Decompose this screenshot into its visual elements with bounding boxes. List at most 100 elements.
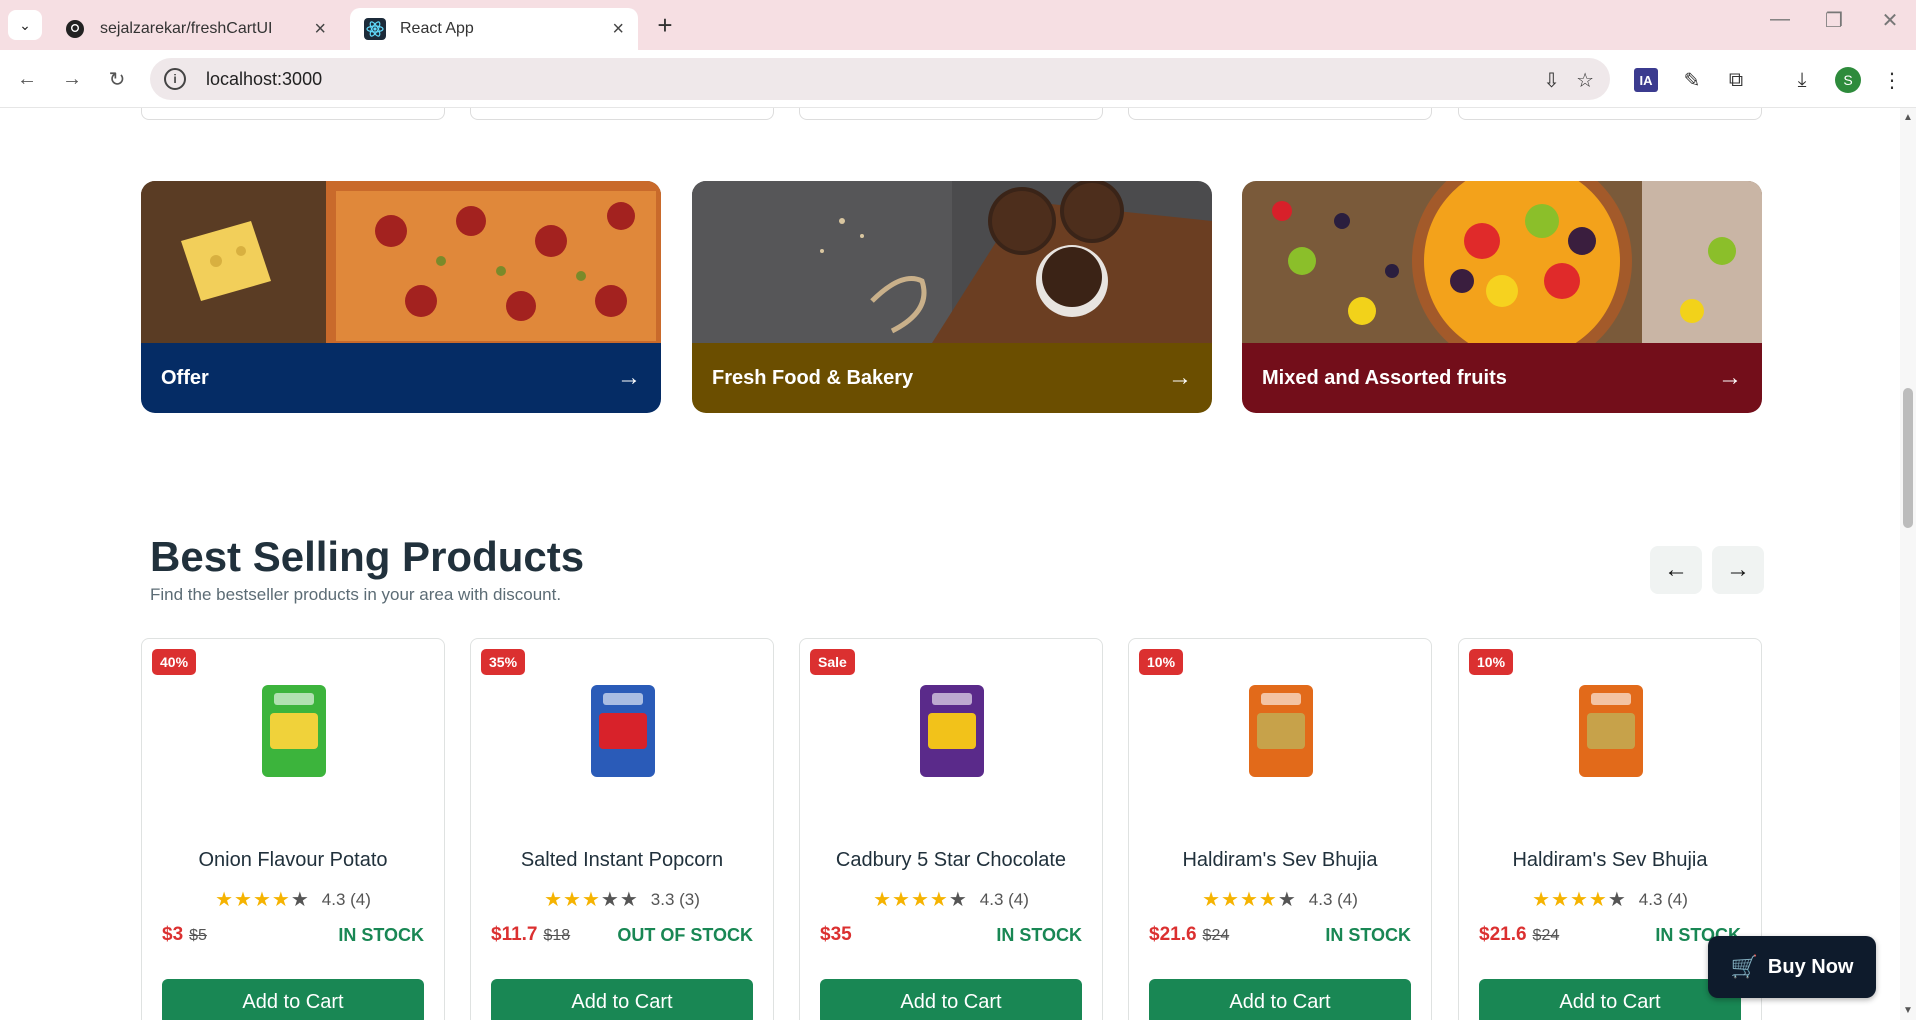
star-icon: ★ [1532,889,1552,911]
browser-toolbar: ← → ↻ i localhost:3000 ⇩ ☆ IA ✎ ⧉ ⤓ S ⋮ [0,50,1916,108]
product-name[interactable]: Salted Instant Popcorn [471,849,773,872]
add-to-cart-button[interactable]: Add to Cart [1479,979,1741,1020]
add-to-cart-button[interactable]: Add to Cart [1149,979,1411,1020]
close-tab-icon[interactable]: × [612,18,624,41]
stock-status: IN STOCK [996,925,1082,945]
banner-band: Offer → [141,343,661,413]
add-to-cart-button[interactable]: Add to Cart [820,979,1082,1020]
rating-stars: ★★★★★ [1532,887,1627,912]
star-icon: ★ [1551,889,1570,911]
original-price: $24 [1532,927,1560,944]
product-card[interactable]: Sale Cadbury 5 Star Chocolate ★★★★★ 4.3 … [799,638,1103,1020]
arrow-right-icon[interactable]: → [1718,364,1742,392]
window-close-icon[interactable]: ✕ [1870,8,1910,33]
section-subtitle: Find the bestseller products in your are… [150,585,562,604]
product-price: $11.7 $18 [491,924,570,946]
star-icon: ★ [619,889,639,911]
product-price: $35 [820,924,858,946]
product-rating: ★★★★★ 3.3 (3) [471,887,773,912]
product-name[interactable]: Onion Flavour Potato [142,849,444,872]
scrollbar-thumb[interactable] [1903,388,1913,528]
banner-mixed-fruits[interactable]: Mixed and Assorted fruits → [1242,181,1762,413]
banner-label: Offer [161,366,209,389]
star-icon: ★ [215,889,235,911]
downloads-icon[interactable]: ⤓ [1788,66,1816,94]
product-image[interactable] [918,683,986,779]
stock-status: OUT OF STOCK [617,925,753,945]
eyedropper-icon[interactable]: ✎ [1678,66,1706,94]
new-tab-plus-icon[interactable]: + [650,10,680,40]
product-name[interactable]: Haldiram's Sev Bhujia [1129,849,1431,872]
rating-stars: ★★★★★ [873,887,968,912]
browser-tab-github[interactable]: sejalzarekar/freshCartUI × [50,8,340,50]
discount-badge: 10% [1139,649,1184,675]
scroll-up-icon[interactable]: ▲ [1903,112,1913,123]
address-bar[interactable]: i localhost:3000 ⇩ ☆ [150,58,1610,100]
close-tab-icon[interactable]: × [314,18,326,41]
extension-ia-icon[interactable]: IA [1632,66,1660,94]
original-price: $18 [543,927,571,944]
carousel-prev-arrow-icon[interactable]: ← [1650,546,1702,594]
browser-tabstrip: ⌄ sejalzarekar/freshCartUI × React App ×… [0,0,1916,50]
product-image[interactable] [1247,683,1315,779]
add-to-cart-button[interactable]: Add to Cart [162,979,424,1020]
browser-tab-react-app[interactable]: React App × [350,8,638,50]
restore-icon[interactable]: ❐ [1814,8,1854,33]
install-app-icon[interactable]: ⇩ [1543,68,1560,93]
back-arrow-icon[interactable]: ← [12,64,42,94]
product-image[interactable] [589,683,657,779]
tab-title: React App [400,20,474,37]
product-rating: ★★★★★ 4.3 (4) [800,887,1102,912]
product-card[interactable]: 10% Haldiram's Sev Bhujia ★★★★★ 4.3 (4) … [1128,638,1432,1020]
tab-search-chevron-icon[interactable]: ⌄ [8,10,42,40]
scroll-down-icon[interactable]: ▼ [1903,1005,1913,1016]
banner-band: Fresh Food & Bakery → [692,343,1212,413]
add-to-cart-button[interactable]: Add to Cart [491,979,753,1020]
banner-offer[interactable]: Offer → [141,181,661,413]
discount-badge: Sale [810,649,855,675]
stock-status: IN STOCK [338,925,424,945]
banner-label: Fresh Food & Bakery [712,366,914,389]
bookmark-star-icon[interactable]: ☆ [1576,68,1594,93]
product-image[interactable] [260,683,328,779]
current-price: $11.7 [491,924,538,945]
url-text[interactable]: localhost:3000 [206,69,322,90]
arrow-right-icon[interactable]: → [1168,364,1192,392]
product-image[interactable] [1577,683,1645,779]
product-name[interactable]: Haldiram's Sev Bhujia [1459,849,1761,872]
star-icon: ★ [873,889,893,911]
previous-card-edge [1458,108,1762,120]
product-rating: ★★★★★ 4.3 (4) [1459,887,1761,912]
site-info-icon[interactable]: i [164,68,186,90]
page-scrollbar[interactable]: ▲ ▼ [1900,108,1916,1020]
reload-icon[interactable]: ↻ [102,64,132,94]
star-icon: ★ [600,889,620,911]
product-name[interactable]: Cadbury 5 Star Chocolate [800,849,1102,872]
buy-now-button[interactable]: 🛒 Buy Now [1708,936,1876,998]
star-icon: ★ [910,889,930,911]
extensions-puzzle-icon[interactable]: ⧉ [1722,66,1750,94]
rating-stars: ★★★★★ [1202,887,1297,912]
banner-fresh-food-bakery[interactable]: Fresh Food & Bakery → [692,181,1212,413]
arrow-right-icon[interactable]: → [617,364,641,392]
product-card[interactable]: 35% Salted Instant Popcorn ★★★★★ 3.3 (3)… [470,638,774,1020]
minimize-icon[interactable]: — [1760,8,1800,31]
pizza-cheese-image [141,181,661,343]
product-rating: ★★★★★ 4.3 (4) [1129,887,1431,912]
page-viewport: Offer → Fresh Food & Bakery → Mixed and … [0,108,1900,1020]
star-icon: ★ [271,889,291,911]
profile-avatar[interactable]: S [1834,66,1862,94]
product-price: $3 $5 [162,924,207,946]
product-card[interactable]: 40% Onion Flavour Potato ★★★★★ 4.3 (4) $… [141,638,445,1020]
discount-badge: 35% [481,649,526,675]
star-icon: ★ [544,889,564,911]
carousel-next-arrow-icon[interactable]: → [1712,546,1764,594]
product-rating: ★★★★★ 4.3 (4) [142,887,444,912]
github-icon [64,18,86,40]
star-icon: ★ [1607,889,1627,911]
star-icon: ★ [929,889,949,911]
browser-menu-icon[interactable]: ⋮ [1878,66,1906,94]
rating-text: 4.3 (4) [1638,889,1688,909]
star-icon: ★ [892,889,911,911]
forward-arrow-icon[interactable]: → [57,64,87,94]
